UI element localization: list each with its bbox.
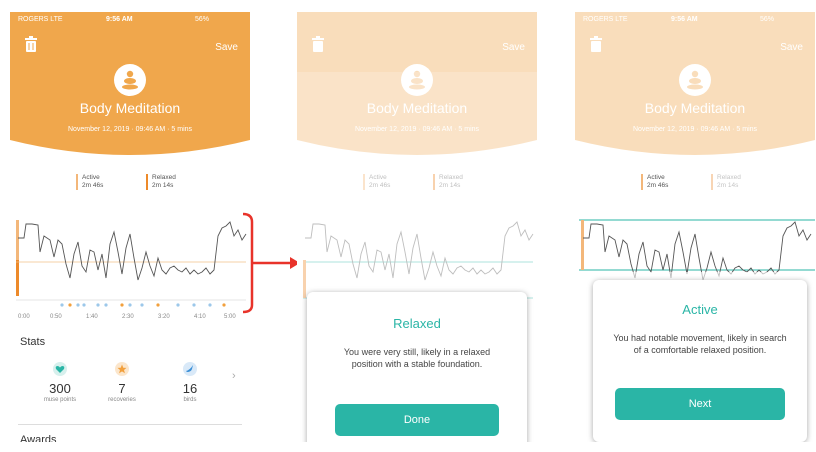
legend-relaxed-label: Relaxed [152,174,176,181]
star-icon [115,362,129,376]
time-tick: 4:10 [194,314,206,320]
legend-active-label: Active [647,174,665,181]
dim-overlay [575,12,815,168]
session-title: Body Meditation [79,100,181,116]
time-tick: 0:50 [50,314,62,320]
awards-title: Awards [20,434,57,442]
meditation-icon [114,64,146,96]
active-info-modal: Active You had notable movement, likely … [593,280,807,442]
status-bar: ROGERS LTE 9:56 AM 56% [10,12,250,28]
legend-relaxed-time: 2m 14s [717,182,739,189]
legend-relaxed: Relaxed 2m 14s [711,174,741,190]
legend-relaxed-label: Relaxed [717,174,741,181]
trash-icon[interactable] [24,36,38,52]
stat-value: 16 [182,381,198,396]
stat-recoveries[interactable]: 7 recoveries [92,362,152,403]
legend-active-label: Active [82,174,100,181]
legend-active-time: 2m 46s [82,182,104,189]
event-markers [60,303,226,307]
stat-label: birds [183,397,197,403]
done-button[interactable]: Done [335,404,499,436]
session-screen: ROGERS LTE 9:56 AM 56% Save Body Meditat… [10,12,250,442]
time-tick: 2:30 [122,314,134,320]
legend-relaxed: Relaxed 2m 14s [146,174,176,190]
legend-active: Active 2m 46s [76,174,104,190]
movement-line [18,221,247,281]
stat-value: 7 [118,381,126,396]
heart-icon [53,362,67,376]
session-subtitle: November 12, 2019 · 09:46 AM · 5 mins [67,126,193,133]
time-tick: 3:20 [158,314,170,320]
relaxed-info-modal: Relaxed You were very still, likely in a… [307,292,527,442]
status-battery: 56% [195,16,210,23]
relaxed-popup-screen: Save Body Meditation November 12, 2019 ·… [297,12,537,442]
status-carrier: ROGERS LTE [18,16,63,23]
stat-birds[interactable]: 16 birds [160,362,220,403]
status-time: 9:56 AM [106,16,133,23]
divider [18,424,242,425]
bird-icon [183,362,197,376]
stats-title: Stats [20,336,46,348]
stat-value: 300 [49,381,71,396]
stat-muse-points[interactable]: 300 muse points [30,362,90,403]
next-button[interactable]: Next [615,388,785,420]
active-popup-screen: ROGERS LTE 9:56 AM 56% Save Body Meditat… [575,12,815,442]
chevron-right-icon[interactable]: › [232,370,236,382]
time-tick: 0:00 [18,314,30,320]
modal-title: Active [682,302,718,317]
stat-label: muse points [43,397,77,403]
legend-relaxed-time: 2m 14s [152,182,174,189]
legend-active-time: 2m 46s [647,182,669,189]
modal-body: You were very still, likely in a relaxed… [343,347,491,369]
modal-title: Relaxed [393,316,441,331]
stat-label: recoveries [108,397,136,403]
time-tick: 1:40 [86,314,98,320]
session-header: ROGERS LTE 9:56 AM 56% Save Body Meditat… [10,12,250,162]
save-button[interactable]: Save [215,42,238,53]
legend-active: Active 2m 46s [641,174,669,190]
modal-body: You had notable movement, likely in sear… [613,333,787,355]
movement-graph[interactable] [10,212,250,312]
time-tick: 5:00 [224,314,236,320]
